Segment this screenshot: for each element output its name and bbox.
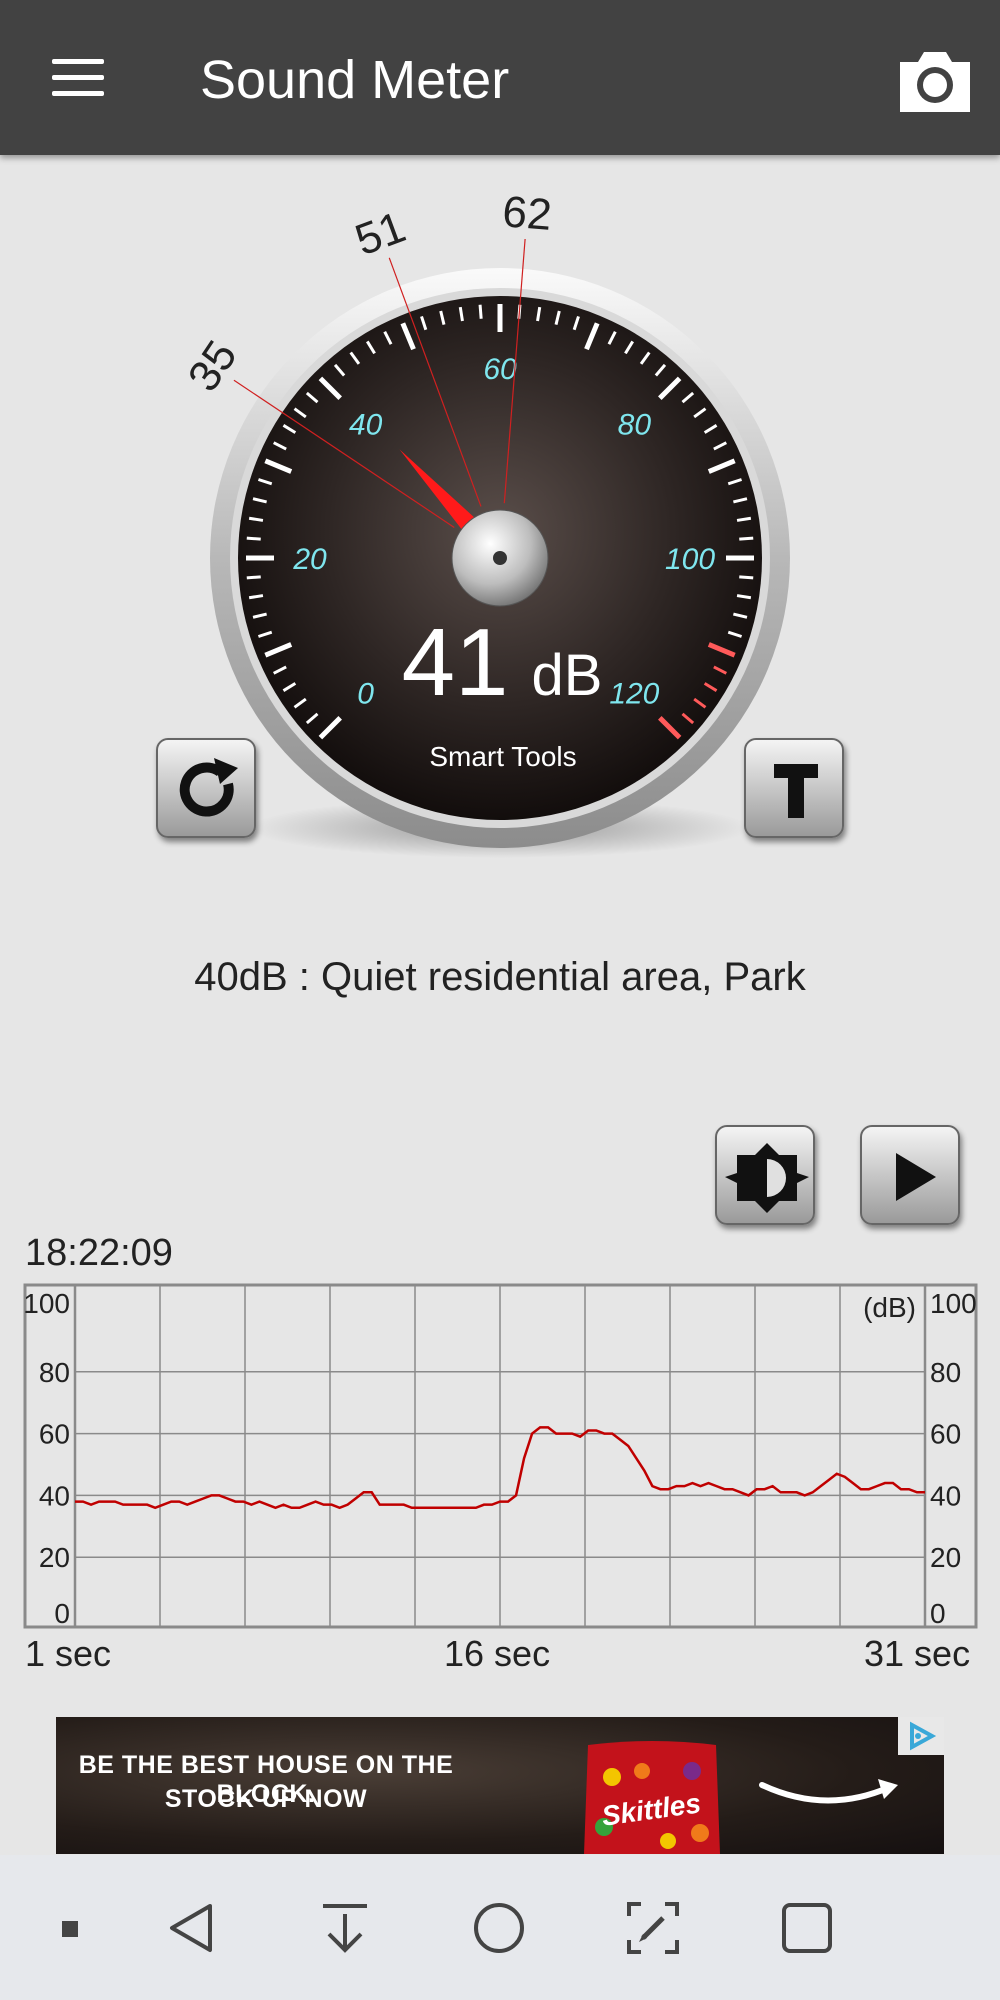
graph-y-label: 0 [54, 1598, 70, 1629]
nav-recents-button[interactable] [767, 1888, 847, 1968]
skittles-bag-image: Skittles [584, 1741, 720, 1854]
graph-y-label: 0 [930, 1598, 946, 1629]
gauge-scale-label: 80 [618, 409, 652, 442]
home-icon [474, 1903, 524, 1953]
noise-reference-text: 40dB : Quiet residential area, Park [194, 955, 806, 999]
graph-y-label: 80 [930, 1357, 961, 1388]
db-history-graph: 100 80 60 40 20 0 100 80 60 40 20 0 (dB) [0, 1270, 1000, 1670]
menu-icon [52, 59, 104, 64]
gauge-tick [246, 575, 261, 580]
ad-subline: STOCK UP NOW [164, 1785, 368, 1813]
graph-y-label: 40 [930, 1480, 961, 1511]
amazon-smile-logo [759, 1779, 898, 1804]
play-icon [896, 1153, 936, 1201]
play-button[interactable] [860, 1125, 960, 1225]
adchoices-icon [910, 1721, 937, 1751]
gauge-marker-label: 62 [501, 187, 554, 240]
app-title: Sound Meter [200, 50, 510, 110]
graph-y-label: 20 [39, 1542, 70, 1573]
x-label-end: 31 sec [864, 1633, 971, 1674]
recents-icon [782, 1903, 832, 1953]
camera-button[interactable] [890, 40, 980, 120]
x-label-start: 1 sec [25, 1633, 112, 1674]
graph-y-label: 40 [39, 1480, 70, 1511]
back-icon [170, 1904, 212, 1952]
gauge-scale-label: 120 [609, 677, 659, 710]
gauge-marker-label: 51 [349, 202, 412, 265]
ad-banner[interactable]: BE THE BEST HOUSE ON THE BLOCK. STOCK UP… [56, 1717, 944, 1854]
sound-level-gauge: 0 20 40 60 80 100 120 35 51 62 41 dB Smart Tools [0, 160, 1000, 920]
gauge-scale-label: 20 [292, 543, 327, 576]
graph-y-label: 60 [930, 1419, 961, 1450]
nav-home-button[interactable] [459, 1888, 539, 1968]
gauge-scale-label: 100 [665, 543, 715, 576]
gauge-tick [739, 536, 754, 541]
nav-screenshot-button[interactable] [613, 1888, 693, 1968]
nav-download-button[interactable] [305, 1888, 385, 1968]
camera-icon [900, 52, 970, 112]
adchoices-button[interactable] [898, 1717, 944, 1755]
brightness-button[interactable] [715, 1125, 815, 1225]
brand-label: Smart Tools [429, 741, 576, 772]
graph-time: 18:22:09 [25, 1232, 173, 1274]
gauge-scale-label: 60 [483, 353, 517, 386]
graph-y-label: 80 [39, 1357, 70, 1388]
text-t-icon [774, 764, 818, 818]
graph-y-labels-right: 100 80 60 40 20 0 [930, 1288, 977, 1629]
x-label-mid: 16 sec [444, 1633, 551, 1674]
gauge-marker-label: 35 [179, 332, 247, 400]
brightness-icon [725, 1143, 809, 1213]
graph-y-label: 100 [23, 1288, 70, 1319]
square-dot-icon [62, 1921, 78, 1937]
db-reading: 41 [402, 609, 509, 716]
gauge-tick [739, 575, 754, 580]
gauge-tick [246, 536, 261, 541]
menu-icon-bar [52, 91, 104, 96]
graph-unit-label: (dB) [863, 1292, 916, 1323]
graph-y-label: 20 [930, 1542, 961, 1573]
download-icon [323, 1904, 367, 1953]
graph-y-labels-left: 100 80 60 40 20 0 [23, 1288, 70, 1629]
nav-back-button[interactable] [152, 1888, 232, 1968]
refresh-icon [179, 758, 238, 817]
graph-grid [73, 1285, 927, 1627]
db-unit: dB [532, 643, 603, 708]
gauge-scale-label: 0 [357, 677, 374, 710]
gauge-tick [478, 304, 483, 319]
reset-button[interactable] [156, 738, 256, 838]
needle-hub-pin [493, 551, 507, 565]
system-nav-bar [0, 1855, 1000, 2000]
graph-y-label: 60 [39, 1419, 70, 1450]
screenshot-edit-icon [627, 1902, 679, 1954]
graph-y-label: 100 [930, 1288, 977, 1319]
text-mode-button[interactable] [744, 738, 844, 838]
menu-button[interactable] [40, 45, 115, 110]
app-bar: Sound Meter [0, 0, 1000, 155]
gauge-scale-label: 40 [349, 409, 383, 442]
nav-dot-button[interactable] [31, 1888, 111, 1968]
menu-icon-bar [52, 75, 104, 80]
